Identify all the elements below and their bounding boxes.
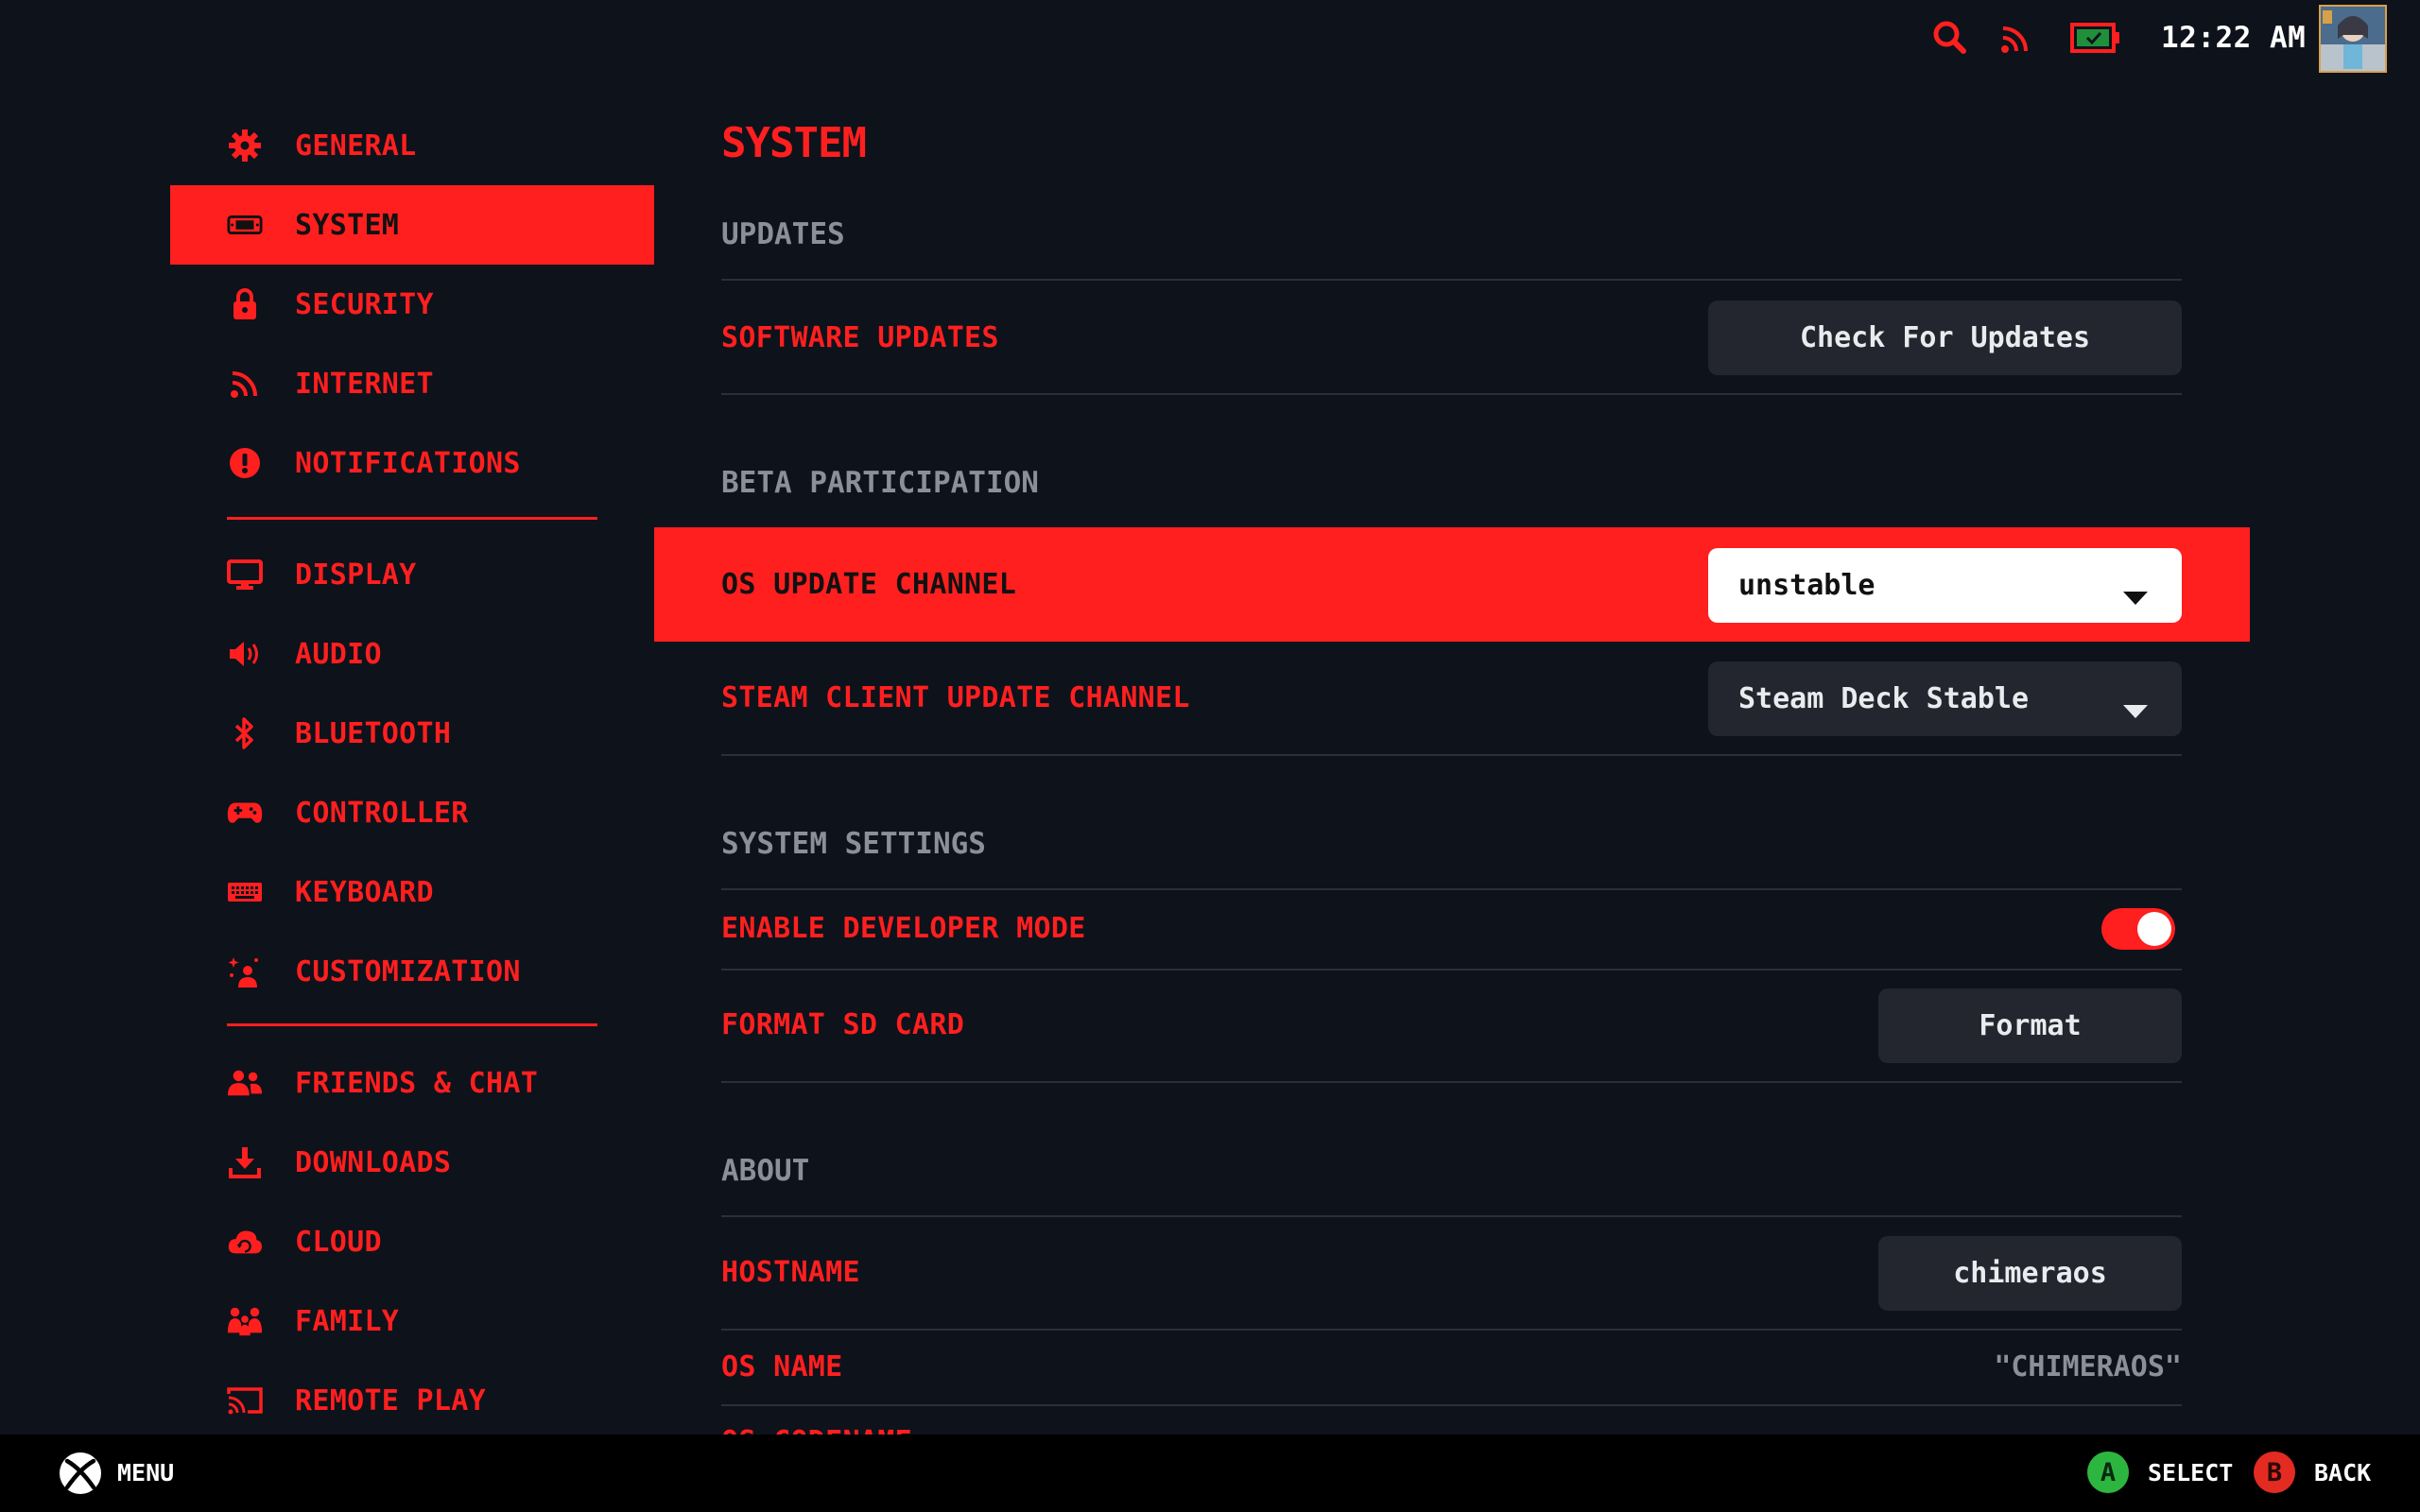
toggle-knob <box>2137 912 2171 946</box>
family-icon <box>227 1303 263 1339</box>
sidebar-item-label: REMOTE PLAY <box>295 1383 486 1418</box>
sparkle-person-icon <box>227 954 263 989</box>
os-update-channel-label: OS UPDATE CHANNEL <box>721 568 1017 601</box>
chevron-down-icon <box>2123 693 2148 726</box>
a-button-icon: A <box>2087 1452 2129 1493</box>
sidebar-divider <box>227 517 597 520</box>
os-update-channel-select[interactable]: unstable <box>1708 548 2182 623</box>
cloud-icon <box>227 1224 263 1260</box>
sidebar-item-notifications[interactable]: NOTIFICATIONS <box>170 423 654 503</box>
xbox-logo-icon[interactable] <box>59 1452 102 1499</box>
hostname-label: HOSTNAME <box>721 1256 860 1289</box>
os-update-channel-value: unstable <box>1738 569 1876 602</box>
os-name-value: "CHIMERAOS" <box>1994 1350 2182 1383</box>
clock: 12:22 AM <box>2161 21 2307 55</box>
sidebar-item-label: INTERNET <box>295 367 434 401</box>
divider <box>721 1329 2182 1331</box>
keyboard-icon <box>227 874 263 910</box>
software-updates-label: SOFTWARE UPDATES <box>721 321 999 354</box>
divider <box>721 1404 2182 1406</box>
chevron-down-icon <box>2123 579 2148 612</box>
section-title-about: ABOUT <box>721 1154 810 1188</box>
sidebar-item-internet[interactable]: INTERNET <box>170 344 654 423</box>
gear-icon <box>227 128 263 163</box>
avatar[interactable] <box>2319 5 2387 73</box>
select-hint-label: SELECT <box>2148 1459 2234 1486</box>
os-name-label: OS NAME <box>721 1350 843 1383</box>
sidebar-item-security[interactable]: SECURITY <box>170 265 654 344</box>
download-icon <box>227 1144 263 1180</box>
section-title-updates: UPDATES <box>721 217 845 251</box>
divider <box>721 754 2182 756</box>
menu-hint-label: MENU <box>117 1459 175 1486</box>
sidebar-item-controller[interactable]: CONTROLLER <box>170 773 654 852</box>
sidebar-item-label: CONTROLLER <box>295 796 469 830</box>
wifi-icon <box>227 366 263 402</box>
divider <box>721 888 2182 890</box>
speaker-icon <box>227 636 263 672</box>
hostname-field[interactable]: chimeraos <box>1878 1236 2182 1311</box>
system-icon <box>227 207 263 243</box>
steam-client-update-channel-label: STEAM CLIENT UPDATE CHANNEL <box>721 681 1190 714</box>
alert-icon <box>227 445 263 481</box>
sidebar-item-system[interactable]: SYSTEM <box>170 185 654 265</box>
sidebar-item-label: DOWNLOADS <box>295 1145 452 1179</box>
sidebar-divider <box>227 1023 597 1026</box>
settings-content: SYSTEM UPDATES SOFTWARE UPDATES Check Fo… <box>721 0 2182 1458</box>
b-button-icon: B <box>2254 1452 2295 1493</box>
sidebar-item-label: KEYBOARD <box>295 875 434 909</box>
sidebar-item-label: BLUETOOTH <box>295 716 452 750</box>
sidebar-item-bluetooth[interactable]: BLUETOOTH <box>170 694 654 773</box>
page-title: SYSTEM <box>721 119 867 167</box>
sidebar-item-customization[interactable]: CUSTOMIZATION <box>170 932 654 1011</box>
sidebar-item-cloud[interactable]: CLOUD <box>170 1202 654 1281</box>
sidebar-item-friends-chat[interactable]: FRIENDS & CHAT <box>170 1043 654 1123</box>
sidebar-item-remote-play[interactable]: REMOTE PLAY <box>170 1361 654 1440</box>
format-button[interactable]: Format <box>1878 988 2182 1063</box>
check-for-updates-button[interactable]: Check For Updates <box>1708 301 2182 375</box>
bluetooth-icon <box>227 715 263 751</box>
developer-mode-toggle[interactable] <box>2101 908 2175 950</box>
sidebar-item-display[interactable]: DISPLAY <box>170 535 654 614</box>
sidebar-item-audio[interactable]: AUDIO <box>170 614 654 694</box>
divider <box>721 279 2182 281</box>
divider <box>721 393 2182 395</box>
sidebar-item-label: CLOUD <box>295 1225 382 1259</box>
lock-icon <box>227 286 263 322</box>
sidebar-item-label: SECURITY <box>295 287 434 321</box>
bottom-hint-bar: MENU A SELECT B BACK <box>0 1435 2420 1512</box>
sidebar-item-label: SYSTEM <box>295 208 400 242</box>
gamepad-icon <box>227 795 263 831</box>
divider <box>721 969 2182 971</box>
sidebar-item-label: FRIENDS & CHAT <box>295 1066 539 1100</box>
sidebar-item-downloads[interactable]: DOWNLOADS <box>170 1123 654 1202</box>
sidebar-item-label: DISPLAY <box>295 558 417 592</box>
sidebar-item-label: CUSTOMIZATION <box>295 954 521 988</box>
developer-mode-label: ENABLE DEVELOPER MODE <box>721 912 1086 945</box>
cast-icon <box>227 1383 263 1418</box>
sidebar-item-keyboard[interactable]: KEYBOARD <box>170 852 654 932</box>
friends-icon <box>227 1065 263 1101</box>
section-title-system-settings: SYSTEM SETTINGS <box>721 827 986 861</box>
format-sd-card-label: FORMAT SD CARD <box>721 1008 965 1041</box>
sidebar-item-family[interactable]: FAMILY <box>170 1281 654 1361</box>
divider <box>721 1215 2182 1217</box>
monitor-icon <box>227 557 263 593</box>
section-title-beta: BETA PARTICIPATION <box>721 466 1039 500</box>
sidebar-item-general[interactable]: GENERAL <box>170 106 654 185</box>
divider <box>721 1081 2182 1083</box>
sidebar-item-label: AUDIO <box>295 637 382 671</box>
sidebar-item-label: GENERAL <box>295 129 417 163</box>
sidebar-item-label: NOTIFICATIONS <box>295 446 521 480</box>
steam-client-update-channel-value: Steam Deck Stable <box>1738 682 2030 715</box>
steam-client-update-channel-select[interactable]: Steam Deck Stable <box>1708 662 2182 736</box>
sidebar-item-label: FAMILY <box>295 1304 400 1338</box>
back-hint-label: BACK <box>2314 1459 2372 1486</box>
